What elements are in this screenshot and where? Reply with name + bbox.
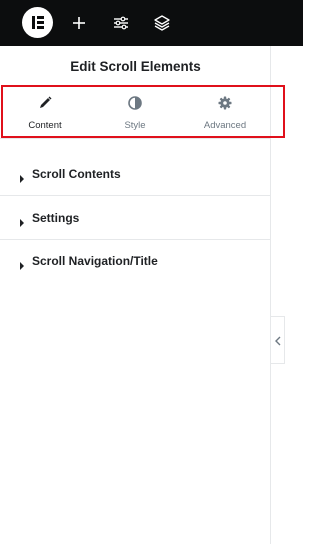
caret-right-icon bbox=[19, 214, 25, 227]
panel-collapse-handle[interactable] bbox=[271, 316, 285, 364]
section-scroll-contents[interactable]: Scroll Contents bbox=[0, 153, 271, 196]
top-bar bbox=[0, 0, 303, 46]
panel-title: Edit Scroll Elements bbox=[70, 59, 201, 74]
add-icon[interactable] bbox=[69, 13, 89, 33]
tab-style[interactable]: Style bbox=[90, 85, 180, 139]
editor-panel: Edit Scroll Elements Content Style Advan… bbox=[0, 46, 271, 544]
caret-right-icon bbox=[19, 257, 25, 270]
chevron-left-icon bbox=[275, 336, 281, 346]
section-label: Settings bbox=[32, 211, 80, 225]
tab-advanced[interactable]: Advanced bbox=[180, 85, 270, 139]
section-label: Scroll Navigation/Title bbox=[32, 254, 158, 268]
pencil-icon bbox=[37, 95, 53, 111]
tab-label: Advanced bbox=[203, 120, 247, 131]
tab-label: Content bbox=[28, 120, 62, 131]
layers-icon[interactable] bbox=[152, 13, 172, 33]
tab-label: Style bbox=[124, 120, 146, 131]
section-settings[interactable]: Settings bbox=[0, 197, 271, 240]
elementor-logo[interactable] bbox=[22, 7, 53, 38]
half-circle-icon bbox=[127, 95, 143, 111]
section-label: Scroll Contents bbox=[32, 167, 121, 181]
tab-content[interactable]: Content bbox=[0, 85, 90, 139]
gear-icon bbox=[217, 95, 233, 111]
settings-sliders-icon[interactable] bbox=[111, 13, 131, 33]
caret-right-icon bbox=[19, 170, 25, 183]
panel-tabs: Content Style Advanced bbox=[0, 85, 271, 139]
section-scroll-navigation-title[interactable]: Scroll Navigation/Title bbox=[0, 240, 271, 283]
